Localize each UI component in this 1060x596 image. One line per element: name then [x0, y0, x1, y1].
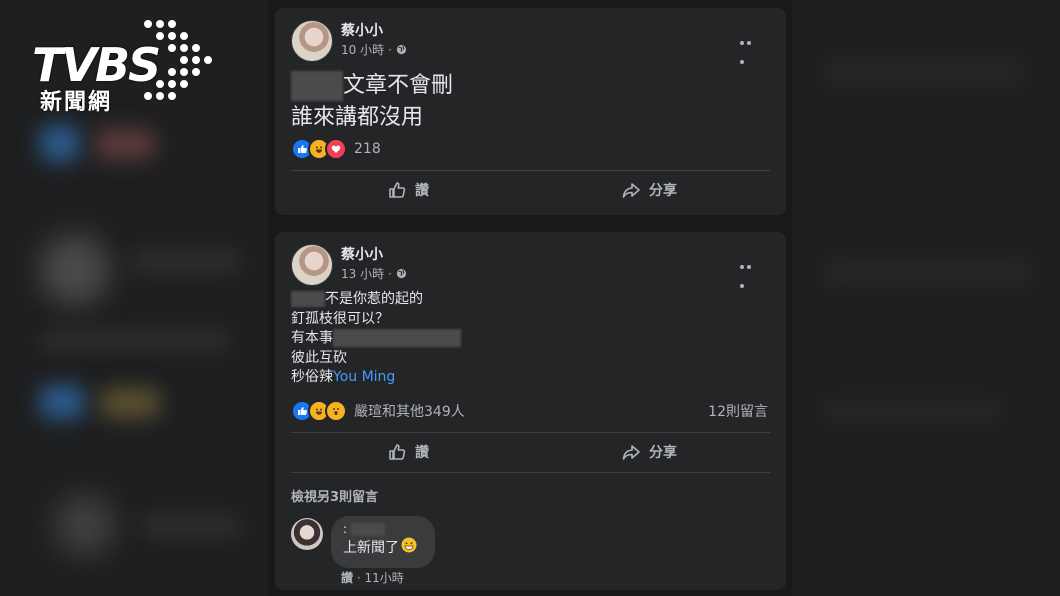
post-line: 文章不會刪: [291, 70, 453, 102]
blurred-element: [100, 388, 160, 418]
blurred-element: [822, 60, 1022, 84]
post-author[interactable]: 蔡小小: [341, 244, 383, 264]
divider: [291, 472, 770, 473]
dot-separator: ·: [356, 571, 361, 585]
post-card: 蔡小小 10 小時 · 文章不會刪 誰來講都沒用 218 讚 分享: [275, 8, 786, 215]
divider: [291, 432, 770, 433]
post-content: 文章不會刪 誰來講都沒用: [291, 70, 453, 134]
blurred-element: [40, 235, 110, 305]
blurred-element: [130, 250, 240, 272]
blurred-element: [822, 260, 1032, 286]
like-label: 讚: [415, 445, 429, 461]
like-button[interactable]: 讚: [387, 180, 429, 200]
user-mention[interactable]: You Ming: [333, 369, 395, 385]
post-time[interactable]: 10 小時: [341, 41, 384, 58]
more-options-icon[interactable]: [740, 254, 760, 288]
globe-icon: [396, 268, 407, 279]
post-line: 不是你惹的起的: [291, 290, 461, 310]
love-reaction-icon: [325, 138, 347, 160]
share-label: 分享: [649, 445, 677, 461]
share-arrow-icon: [622, 445, 640, 460]
reaction-summary[interactable]: 嚴瑄和其他349人: [291, 400, 465, 422]
view-more-comments-link[interactable]: 檢視另3則留言: [291, 486, 378, 505]
comment-time[interactable]: 11小時: [365, 571, 404, 585]
reaction-summary[interactable]: 218: [291, 138, 381, 160]
post-line: 誰來講都沒用: [291, 105, 424, 130]
redacted-block: [333, 329, 461, 347]
grin-emoji-icon: [401, 537, 417, 559]
post-author[interactable]: 蔡小小: [341, 20, 383, 40]
comment-avatar[interactable]: [291, 518, 323, 550]
blurred-element: [40, 330, 230, 350]
post-card: 蔡小小 13 小時 · 不是你惹的起的 釘孤枝很可以？ 有本事 彼此互砍 秒俗辣…: [275, 232, 786, 590]
post-line-text: 不是你惹的起的: [325, 291, 423, 307]
comment-text: 上新聞了: [343, 537, 423, 559]
blurred-element: [822, 400, 1002, 422]
share-arrow-icon: [622, 183, 640, 198]
like-button[interactable]: 讚: [387, 442, 429, 462]
redacted-block: [291, 71, 343, 101]
like-label: 讚: [415, 183, 429, 199]
post-meta: 10 小時 ·: [341, 41, 407, 58]
post-line: 秒俗辣You Ming: [291, 368, 461, 388]
avatar[interactable]: [291, 244, 333, 286]
thumbs-up-icon: [389, 182, 406, 198]
post-time[interactable]: 13 小時: [341, 265, 384, 282]
post-line-text: 有本事: [291, 330, 333, 346]
post-line: 彼此互砍: [291, 349, 347, 366]
post-line: 釘孤枝很可以？: [291, 310, 389, 327]
post-meta: 13 小時 ·: [341, 265, 407, 282]
globe-icon: [396, 44, 407, 55]
comment-author-prefix: :: [343, 522, 348, 536]
share-button[interactable]: 分享: [621, 180, 677, 200]
comment-bubble: : 上新聞了: [331, 516, 435, 568]
post-line-text: 秒俗辣: [291, 369, 333, 385]
more-options-icon[interactable]: [740, 30, 760, 64]
logo-subtitle: 新聞網: [40, 90, 113, 115]
blurred-element: [40, 385, 85, 419]
divider: [291, 170, 770, 171]
thumbs-up-icon: [389, 444, 406, 460]
comment-text-content: 上新聞了: [343, 540, 399, 556]
dot-separator: ·: [388, 42, 392, 57]
blurred-element: [40, 125, 80, 161]
redacted-block: [350, 523, 385, 536]
share-button[interactable]: 分享: [621, 442, 677, 462]
wow-reaction-icon: [325, 400, 347, 422]
comment-like-link[interactable]: 讚: [341, 571, 353, 585]
avatar[interactable]: [291, 20, 333, 62]
tvbs-logo: TVBS 新聞網: [28, 18, 218, 118]
blurred-element: [95, 128, 155, 160]
dot-separator: ·: [388, 266, 392, 281]
reaction-summary-text: 嚴瑄和其他349人: [354, 404, 465, 420]
post-line-text: 文章不會刪: [343, 73, 454, 98]
post-content: 不是你惹的起的 釘孤枝很可以？ 有本事 彼此互砍 秒俗辣You Ming: [291, 290, 461, 388]
redacted-block: [291, 291, 325, 307]
comment-author[interactable]: :: [343, 522, 423, 537]
reaction-count: 218: [354, 141, 381, 157]
blurred-element: [140, 515, 240, 537]
comment-meta: 讚 · 11小時: [341, 569, 404, 586]
comment-count[interactable]: 12則留言: [708, 401, 768, 421]
blurred-right-panel: [792, 0, 1060, 596]
share-label: 分享: [649, 183, 677, 199]
post-line: 有本事: [291, 329, 461, 349]
blurred-element: [55, 495, 115, 555]
